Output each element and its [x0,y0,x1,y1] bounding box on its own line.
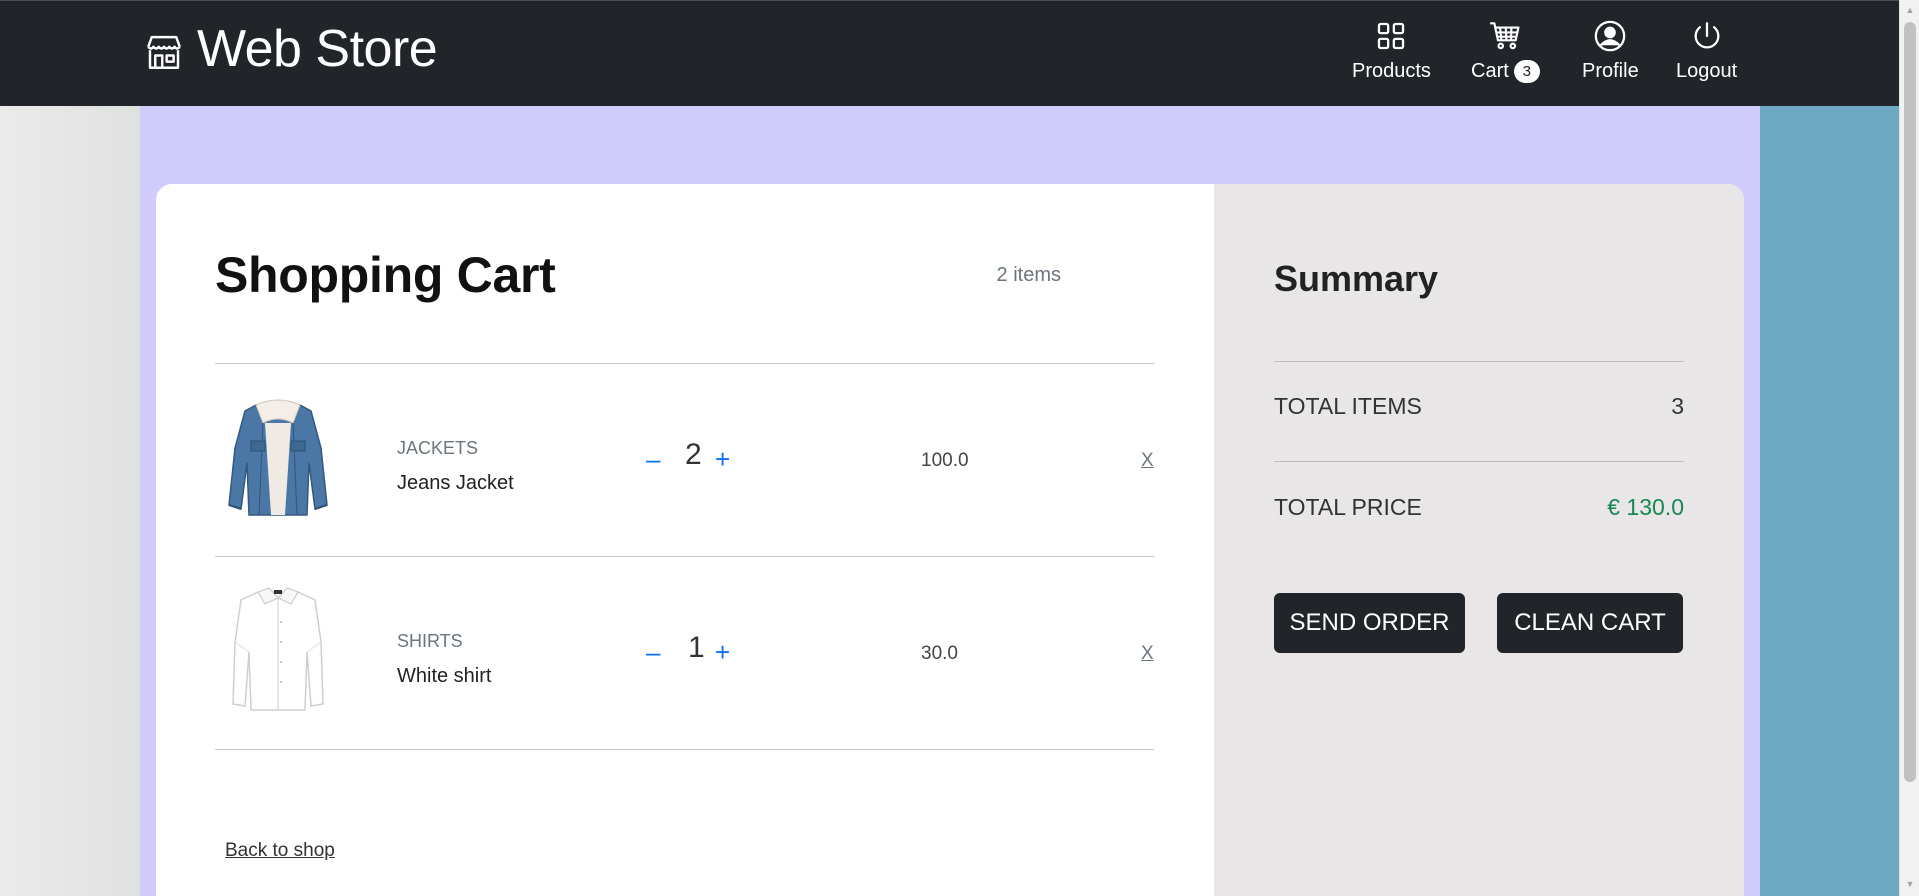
item-name: Jeans Jacket [397,472,514,494]
nav-logout[interactable]: Logout [1676,19,1737,83]
cart-item-count: 2 items [996,264,1061,286]
vertical-scrollbar[interactable]: ▲ ▼ [1899,0,1919,896]
cart-icon [1490,22,1520,50]
total-price-value: € 130.0 [1607,494,1684,520]
navbar: Web Store Products Cart 3 Profile Logout [0,0,1899,106]
jeans-jacket-image [228,399,328,516]
total-price-label: TOTAL PRICE [1274,494,1422,520]
divider [215,749,1154,750]
grid-icon [1378,22,1405,50]
back-to-shop-link[interactable]: Back to shop [225,840,335,862]
decrease-quantity-button[interactable]: – [646,637,660,668]
increase-quantity-button[interactable]: + [715,444,730,475]
decrease-quantity-button[interactable]: – [646,444,660,475]
remove-item-button[interactable]: X [1141,450,1154,472]
power-icon [1694,22,1719,49]
item-category: SHIRTS [397,631,463,651]
nav-profile-label: Profile [1582,60,1639,82]
remove-item-button[interactable]: X [1141,643,1154,665]
white-shirt-image [232,587,324,711]
item-quantity: 2 [685,438,702,471]
total-items-value: 3 [1671,393,1684,419]
summary-title: Summary [1274,258,1439,299]
increase-quantity-button[interactable]: + [715,637,730,668]
page-background-right [1760,106,1899,896]
nav-products-label: Products [1352,60,1431,82]
cart-count-badge: 3 [1513,60,1540,83]
cart-item-row: JACKETS Jeans Jacket – 2 + 100.0 X [215,364,1154,556]
item-category: JACKETS [397,438,479,458]
divider [1274,361,1684,362]
page-background-left [0,106,140,896]
page-title: Shopping Cart [215,247,556,303]
nav-profile[interactable]: Profile [1582,19,1639,83]
clean-cart-button[interactable]: CLEAN CART [1497,593,1683,653]
item-price: 30.0 [921,643,958,664]
send-order-button[interactable]: SEND ORDER [1274,593,1465,653]
scrollbar-thumb[interactable] [1904,22,1916,782]
item-price: 100.0 [921,450,969,471]
brand-link[interactable]: Web Store [143,19,438,79]
brand-name: Web Store [197,20,438,78]
nav-logout-label: Logout [1676,60,1738,82]
scroll-up-arrow-icon[interactable]: ▲ [1904,4,1916,16]
cart-card: Shopping Cart 2 items JACKETS Jeans Jack… [156,184,1744,896]
nav-cart-label: Cart [1471,60,1509,82]
nav-cart[interactable]: Cart 3 [1471,19,1540,83]
item-quantity: 1 [688,631,705,664]
storefront-icon [147,35,181,69]
nav-products[interactable]: Products [1352,19,1431,83]
item-name: White shirt [397,665,492,687]
user-circle-icon [1595,20,1626,52]
divider [1274,461,1684,462]
cart-item-row: SHIRTS White shirt – 1 + 30.0 X [215,557,1154,749]
scroll-down-arrow-icon[interactable]: ▼ [1904,878,1916,890]
total-items-label: TOTAL ITEMS [1274,393,1422,419]
